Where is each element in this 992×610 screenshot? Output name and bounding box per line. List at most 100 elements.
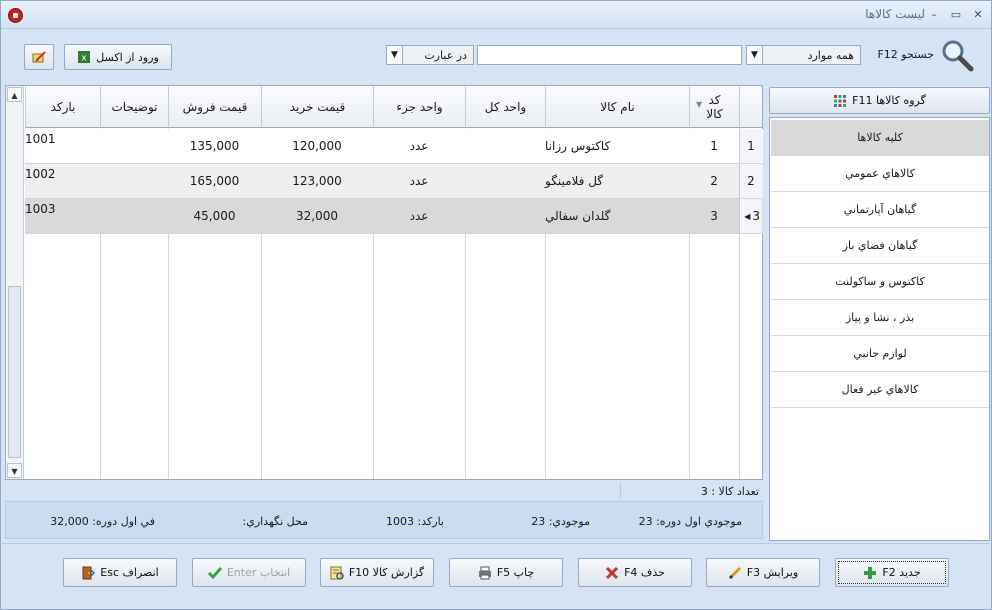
cell-unit-all	[465, 129, 545, 163]
info-location: محل نگهداري:	[242, 515, 308, 528]
info-opening-stock: موجودي اول دوره: 23	[638, 515, 742, 528]
cell-unit-part: عدد	[409, 174, 429, 188]
cell-unit-part: عدد	[409, 209, 429, 223]
grid-scrollbar[interactable]: ▲ ▼	[6, 86, 24, 479]
cell-unit-all	[465, 199, 545, 233]
row-number[interactable]: 2	[739, 164, 762, 199]
info-stock: موجودي: 23	[531, 515, 590, 528]
header-description[interactable]: توضيحات	[100, 86, 168, 128]
pencil-icon	[728, 566, 741, 579]
info-barcode: بارکد: 1003	[386, 515, 444, 528]
print-button[interactable]: چاپ F5	[449, 558, 563, 587]
cell-buy-price: 123,000	[292, 174, 342, 188]
search-label: جستجو F12	[877, 48, 934, 61]
group-item[interactable]: گياهان فضاي باز	[771, 228, 989, 264]
chevron-down-icon[interactable]: ▼	[387, 46, 403, 64]
group-item[interactable]: بذر ، نشا و پياز	[771, 300, 989, 336]
cell-name: گل فلامينگو	[545, 174, 604, 188]
minimize-button[interactable]: –	[925, 7, 943, 23]
products-grid: ▲ ▼ کد کالا ▼ نام کالا واحد کل واحد جزء …	[5, 85, 763, 480]
cell-description	[100, 199, 168, 233]
header-code[interactable]: کد کالا ▼	[689, 86, 739, 128]
product-report-label: گزارش کالا F10	[348, 566, 425, 579]
cell-code: 3	[710, 209, 718, 223]
svg-text:x: x	[82, 54, 88, 64]
table-row[interactable]: 2 گل فلامينگو عدد 123,000 165,000 1002	[25, 164, 763, 199]
cell-sell-price: 165,000	[189, 174, 240, 188]
header-name[interactable]: نام کالا	[545, 86, 689, 128]
delete-x-icon	[606, 566, 619, 579]
match-mode-select[interactable]: ▼ در عبارت	[386, 45, 474, 65]
delete-label: حذف F4	[624, 566, 665, 579]
maximize-button[interactable]: ▭	[947, 7, 965, 23]
group-item[interactable]: کالاهاي عمومي	[771, 156, 989, 192]
select-label: انتخاب Enter	[226, 566, 291, 579]
header-barcode[interactable]: بارکد	[25, 86, 100, 128]
cell-buy-price: 32,000	[296, 209, 338, 223]
cell-description	[100, 164, 168, 198]
group-item[interactable]: لوازم جانبي	[771, 336, 989, 372]
count-bar: تعداد کالا : 3	[5, 482, 763, 499]
header-unit-part[interactable]: واحد جزء	[373, 86, 465, 128]
close-button[interactable]: ✕	[969, 7, 987, 23]
row-number[interactable]: 1	[739, 129, 762, 164]
excel-icon: x	[78, 51, 91, 64]
palette-icon	[32, 51, 46, 63]
group-item[interactable]: کالاهاي غير فعال	[771, 372, 989, 408]
cell-unit-part: عدد	[409, 139, 429, 153]
cell-barcode: 1002	[25, 167, 56, 181]
cell-buy-price: 120,000	[292, 139, 342, 153]
table-row[interactable]: 1 کاکتوس رزانا عدد 120,000 135,000 1001	[25, 129, 763, 164]
search-scope-value: همه موارد	[807, 48, 854, 62]
app-logo-icon	[8, 8, 23, 23]
info-opening-price: في اول دوره: 32,000	[50, 515, 155, 528]
current-row-arrow-icon: ◀	[744, 211, 751, 221]
toolbar: جستجو F12 ▼ همه موارد ▼ در عبارت ورود از…	[2, 30, 990, 82]
delete-button[interactable]: حذف F4	[578, 558, 692, 587]
cancel-button[interactable]: انصراف Esc	[63, 558, 177, 587]
edit-style-button[interactable]	[24, 44, 54, 70]
grid-icon	[834, 94, 847, 107]
sort-icon: ▼	[696, 100, 703, 109]
group-item-all[interactable]: کليه کالاها	[771, 120, 989, 156]
edit-label: ويرايش F3	[746, 566, 799, 579]
group-item[interactable]: کاکتوس و ساکولنت	[771, 264, 989, 300]
import-excel-button[interactable]: ورود از اکسل x	[64, 44, 172, 70]
new-label: جديد F2	[882, 566, 921, 579]
edit-button[interactable]: ويرايش F3	[706, 558, 820, 587]
product-report-button[interactable]: گزارش کالا F10	[320, 558, 434, 587]
new-button[interactable]: جديد F2	[835, 558, 949, 587]
select-button[interactable]: انتخاب Enter	[192, 558, 306, 587]
product-groups-label: گروه کالاها F11	[852, 94, 926, 107]
chevron-down-icon[interactable]: ▼	[747, 46, 763, 64]
header-sell-price[interactable]: قيمت فروش	[168, 86, 261, 128]
cancel-label: انصراف Esc	[100, 566, 159, 579]
plus-icon	[864, 566, 877, 579]
row-number[interactable]: ◀ 3	[739, 199, 762, 234]
product-groups-button[interactable]: گروه کالاها F11	[769, 87, 990, 114]
header-buy-price[interactable]: قيمت خريد	[261, 86, 373, 128]
table-row-selected[interactable]: 3 گلدان سفالي عدد 32,000 45,000 1003	[25, 199, 763, 234]
cell-barcode: 1003	[25, 202, 56, 216]
report-icon	[330, 566, 344, 580]
scroll-down-icon[interactable]: ▼	[7, 463, 22, 478]
cell-name: گلدان سفالي	[545, 209, 611, 223]
search-scope-select[interactable]: ▼ همه موارد	[746, 45, 861, 65]
action-bar: جديد F2 ويرايش F3 حذف F4 چاپ F5 گزارش کا…	[2, 543, 990, 609]
search-icon[interactable]	[940, 38, 974, 72]
cell-code: 2	[710, 174, 718, 188]
search-input[interactable]	[477, 45, 742, 65]
cell-name: کاکتوس رزانا	[545, 139, 611, 153]
product-count: تعداد کالا : 3	[700, 485, 759, 498]
match-mode-value: در عبارت	[424, 48, 467, 62]
scroll-up-icon[interactable]: ▲	[7, 87, 22, 102]
cell-sell-price: 135,000	[189, 139, 240, 153]
exit-door-icon	[82, 566, 96, 579]
print-label: چاپ F5	[496, 566, 535, 579]
cell-sell-price: 45,000	[193, 209, 236, 223]
scroll-thumb[interactable]	[8, 286, 21, 458]
header-unit-all[interactable]: واحد کل	[465, 86, 545, 128]
selected-product-info: موجودي اول دوره: 23 موجودي: 23 بارکد: 10…	[5, 501, 763, 539]
cell-code: 1	[710, 139, 718, 153]
group-item[interactable]: گياهان آپارتماني	[771, 192, 989, 228]
